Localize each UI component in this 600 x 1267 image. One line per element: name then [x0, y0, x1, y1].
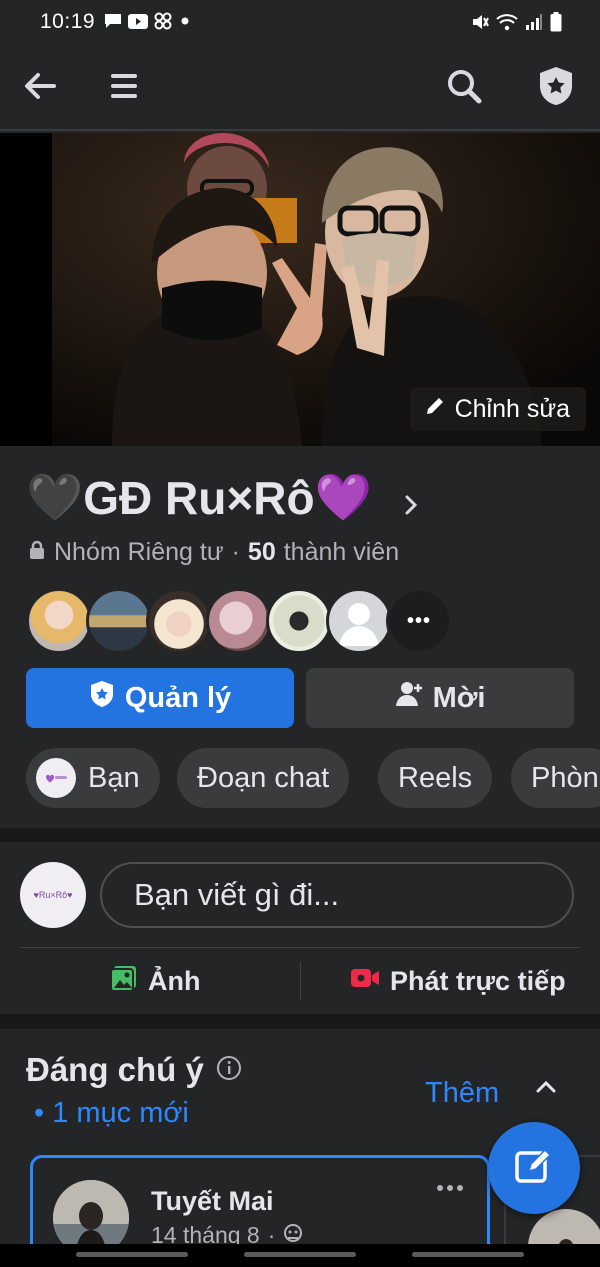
pencil-icon — [424, 395, 446, 424]
tab-chats-label: Đoạn chat — [197, 761, 330, 794]
black-heart-emoji: 🖤 — [26, 471, 84, 523]
group-privacy: Nhóm Riêng tư — [54, 538, 224, 566]
info-icon[interactable] — [216, 1051, 242, 1089]
post-date: 14 tháng 8 — [151, 1222, 260, 1244]
edit-cover-label: Chỉnh sửa — [454, 394, 570, 423]
composer-avatar-text: ♥Ru×Rô♥ — [33, 890, 73, 900]
new-items-label: • 1 mục mới — [34, 1097, 189, 1129]
shield-star-icon — [89, 680, 115, 716]
purple-heart-emoji: 💜 — [314, 471, 372, 523]
group-name-link[interactable]: 🖤 GĐ Ru×Rô 💜 — [26, 470, 372, 525]
composer-avatar[interactable]: ♥Ru×Rô♥ — [20, 862, 86, 928]
group-action-buttons: Quản lý Mời — [26, 668, 574, 728]
lock-icon — [28, 538, 46, 567]
post-date-separator: · — [267, 1222, 276, 1244]
search-button[interactable] — [440, 64, 488, 112]
status-bar: 10:19 — [0, 0, 600, 46]
tab-chats[interactable]: Đoạn chat — [177, 748, 350, 808]
featured-title-row: Đáng chú ý — [26, 1051, 242, 1089]
live-video-icon — [350, 966, 380, 997]
photo-icon — [110, 964, 138, 999]
meta-separator: · — [231, 538, 240, 566]
menu-button[interactable] — [100, 64, 148, 112]
youtube-icon — [128, 13, 148, 34]
menu-icon — [107, 70, 141, 107]
post-date-row: 14 tháng 8 · — [151, 1222, 303, 1244]
nav-recents-handle[interactable] — [76, 1252, 188, 1257]
member-label[interactable]: thành viên — [284, 538, 399, 567]
admin-tools-button[interactable] — [532, 64, 580, 112]
group-avatar-small — [36, 758, 76, 798]
more-members-icon: ••• — [406, 609, 431, 632]
chevron-up-icon[interactable] — [534, 1079, 558, 1100]
photo-label: Ảnh — [148, 965, 201, 996]
member-avatar-2[interactable] — [86, 588, 152, 654]
nav-home-handle[interactable] — [244, 1252, 356, 1257]
group-header: 🖤 GĐ Ru×Rô 💜 Nhóm Riêng tư · 50 thành vi… — [0, 446, 600, 828]
invite-button[interactable]: Mời — [306, 668, 574, 728]
see-more-link[interactable]: Thêm — [425, 1077, 499, 1110]
featured-post-card[interactable]: Tuyết Mai 14 tháng 8 · — [30, 1155, 490, 1244]
battery-icon — [550, 12, 562, 37]
manage-button[interactable]: Quản lý — [26, 668, 294, 728]
group-name: GĐ Ru×Rô — [83, 471, 315, 524]
nav-back-handle[interactable] — [412, 1252, 524, 1257]
post-author-avatar[interactable] — [53, 1180, 129, 1244]
section-divider — [0, 1014, 600, 1029]
admin-shield-icon — [537, 65, 575, 112]
tab-rooms-label: Phòn — [531, 761, 599, 794]
action-divider — [300, 962, 301, 1000]
app-icon — [154, 12, 172, 35]
message-icon — [104, 13, 122, 34]
tab-you[interactable]: Bạn — [26, 748, 160, 808]
section-divider — [0, 828, 600, 842]
status-time: 10:19 — [40, 10, 96, 33]
photo-button[interactable]: Ảnh — [110, 948, 200, 1014]
featured-title: Đáng chú ý — [26, 1051, 204, 1088]
add-person-icon — [395, 681, 423, 715]
invite-label: Mời — [432, 681, 486, 714]
manage-label: Quản lý — [124, 681, 232, 714]
group-members-icon — [283, 1222, 303, 1244]
group-tabs: Bạn Đoạn chat Reels Phòn — [26, 748, 600, 808]
system-navigation-bar — [0, 1244, 600, 1267]
group-cover-photo[interactable]: Chỉnh sửa — [0, 133, 600, 446]
post-author[interactable]: Tuyết Mai — [151, 1186, 274, 1217]
default-user-icon — [339, 603, 379, 646]
composer-actions: Ảnh Phát trực tiếp — [0, 948, 600, 1014]
tab-reels-label: Reels — [398, 761, 473, 794]
wifi-icon — [496, 13, 518, 36]
member-count[interactable]: 50 — [248, 538, 276, 567]
tab-you-label: Bạn — [88, 761, 140, 794]
search-icon — [445, 67, 483, 110]
member-avatar-5[interactable] — [266, 588, 332, 654]
member-avatar-4[interactable] — [206, 588, 272, 654]
composer-input[interactable]: Bạn viết gì đi... — [100, 862, 574, 928]
tab-rooms[interactable]: Phòn — [511, 748, 600, 808]
composer-placeholder: Bạn viết gì đi... — [134, 877, 340, 912]
live-button[interactable]: Phát trực tiếp — [350, 948, 566, 1014]
back-arrow-icon — [20, 66, 60, 111]
chevron-right-icon[interactable] — [404, 494, 418, 521]
member-avatar-1[interactable] — [26, 588, 92, 654]
edit-cover-button[interactable]: Chỉnh sửa — [409, 387, 586, 431]
group-meta: Nhóm Riêng tư · 50 thành viên — [28, 538, 399, 567]
more-options-icon[interactable] — [435, 1180, 465, 1198]
signal-icon — [525, 13, 543, 36]
create-post-fab[interactable] — [488, 1122, 580, 1214]
post-composer: ♥Ru×Rô♥ Bạn viết gì đi... Ảnh Phát trực … — [0, 842, 600, 1014]
mute-icon — [471, 13, 489, 36]
tab-reels[interactable]: Reels — [378, 748, 493, 808]
live-label: Phát trực tiếp — [390, 965, 566, 996]
member-avatar-3[interactable] — [146, 588, 212, 654]
top-navigation-bar — [0, 46, 600, 131]
dot-icon — [178, 14, 192, 33]
more-members-avatar[interactable]: ••• — [386, 588, 452, 654]
back-button[interactable] — [16, 64, 64, 112]
compose-icon — [513, 1145, 555, 1192]
member-avatar-6[interactable] — [326, 588, 392, 654]
